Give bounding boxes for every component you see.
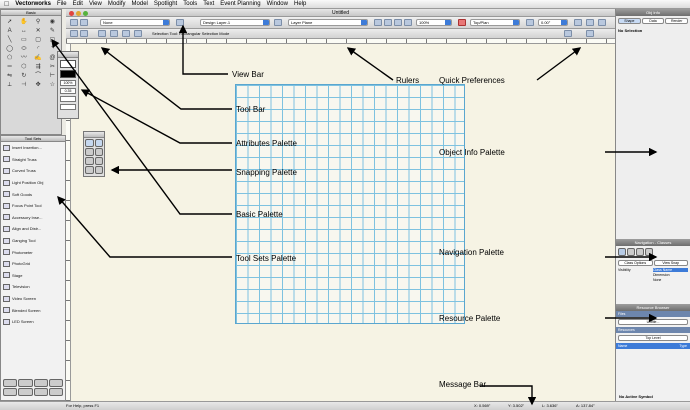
tool-bar-arrow [100, 47, 232, 110]
vectorworks-window:  Vectorworks File Edit View Modify Mode… [0, 0, 690, 410]
callout-arrows [51, 24, 658, 406]
rulers-arrow [346, 47, 394, 81]
tool-sets-arrow [57, 195, 232, 258]
attributes-arrow [80, 89, 232, 144]
basic-palette-arrow [51, 38, 232, 215]
message-bar-arrow [480, 385, 537, 406]
view-bar-arrow [178, 24, 228, 75]
quick-preferences-arrow [536, 47, 582, 81]
